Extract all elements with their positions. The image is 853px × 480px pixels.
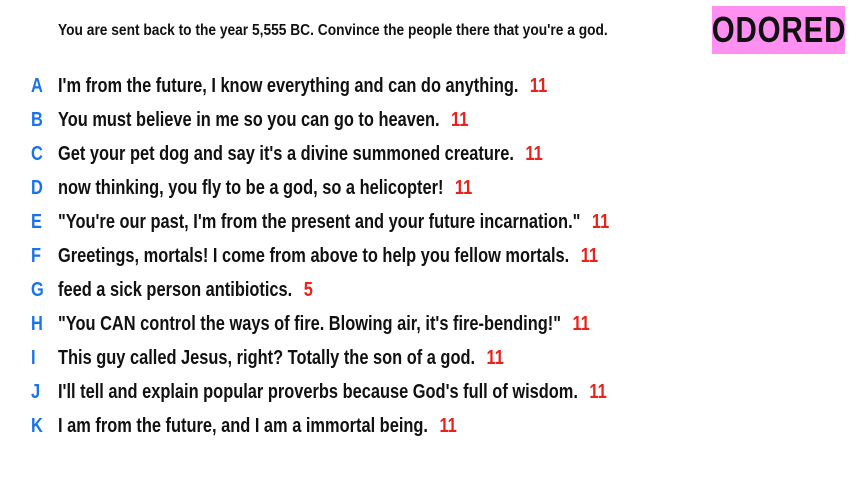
answer-text: I am from the future, and I am a immorta… <box>58 414 428 437</box>
answer-text: "You CAN control the ways of fire. Blowi… <box>58 312 561 335</box>
answer-letter: K <box>31 414 43 437</box>
answer-letter: H <box>31 312 43 335</box>
answer-score: 11 <box>572 312 590 335</box>
answer-score: 11 <box>525 142 543 165</box>
answer-body: You must believe in me so you can go to … <box>58 109 468 132</box>
answer-letter: G <box>31 278 44 301</box>
answer-letter: A <box>31 74 43 97</box>
answer-body: I'm from the future, I know everything a… <box>58 75 547 98</box>
answer-score: 11 <box>486 346 504 369</box>
answer-score: 11 <box>591 210 610 233</box>
answer-letter: J <box>31 380 41 403</box>
answer-score: 11 <box>451 108 469 131</box>
answer-score: 11 <box>454 176 473 199</box>
answer-letter: D <box>31 176 43 199</box>
answer-text: I'm from the future, I know everything a… <box>58 74 519 97</box>
answer-score: 11 <box>589 380 607 403</box>
answer-body: "You're our past, I'm from the present a… <box>58 211 609 234</box>
answer-body: I'll tell and explain popular proverbs b… <box>58 381 607 404</box>
answer-letter: C <box>31 142 43 165</box>
answer-score: 11 <box>580 244 599 267</box>
answer-letter: B <box>31 108 43 131</box>
answer-text: "You're our past, I'm from the present a… <box>58 210 581 233</box>
answer-text: This guy called Jesus, right? Totally th… <box>58 346 476 369</box>
answer-body: Greetings, mortals! I come from above to… <box>58 245 598 268</box>
question-prompt: You are sent back to the year 5,555 BC. … <box>58 22 608 39</box>
answer-body: Get your pet dog and say it's a divine s… <box>58 143 543 166</box>
badge-label: ODORED <box>711 9 846 50</box>
answer-score: 5 <box>303 278 313 301</box>
answer-text: feed a sick person antibiotics. <box>58 278 293 301</box>
answer-body: This guy called Jesus, right? Totally th… <box>58 347 504 370</box>
answer-text: Get your pet dog and say it's a divine s… <box>58 142 514 165</box>
answer-body: now thinking, you fly to be a god, so a … <box>58 177 472 200</box>
answer-text: now thinking, you fly to be a god, so a … <box>58 176 444 199</box>
answer-letter: E <box>31 210 42 233</box>
answer-text: I'll tell and explain popular proverbs b… <box>58 380 578 403</box>
answer-text: Greetings, mortals! I come from above to… <box>58 244 570 267</box>
answer-score: 11 <box>529 74 548 97</box>
answer-score: 11 <box>439 414 457 437</box>
answer-letter: F <box>31 244 42 267</box>
answer-body: feed a sick person antibiotics. 5 <box>58 279 313 302</box>
answer-body: I am from the future, and I am a immorta… <box>58 415 457 438</box>
game-badge: ODORED <box>711 6 846 54</box>
answer-body: "You CAN control the ways of fire. Blowi… <box>58 313 590 336</box>
answer-text: You must believe in me so you can go to … <box>58 108 440 131</box>
answer-letter: I <box>31 346 36 369</box>
